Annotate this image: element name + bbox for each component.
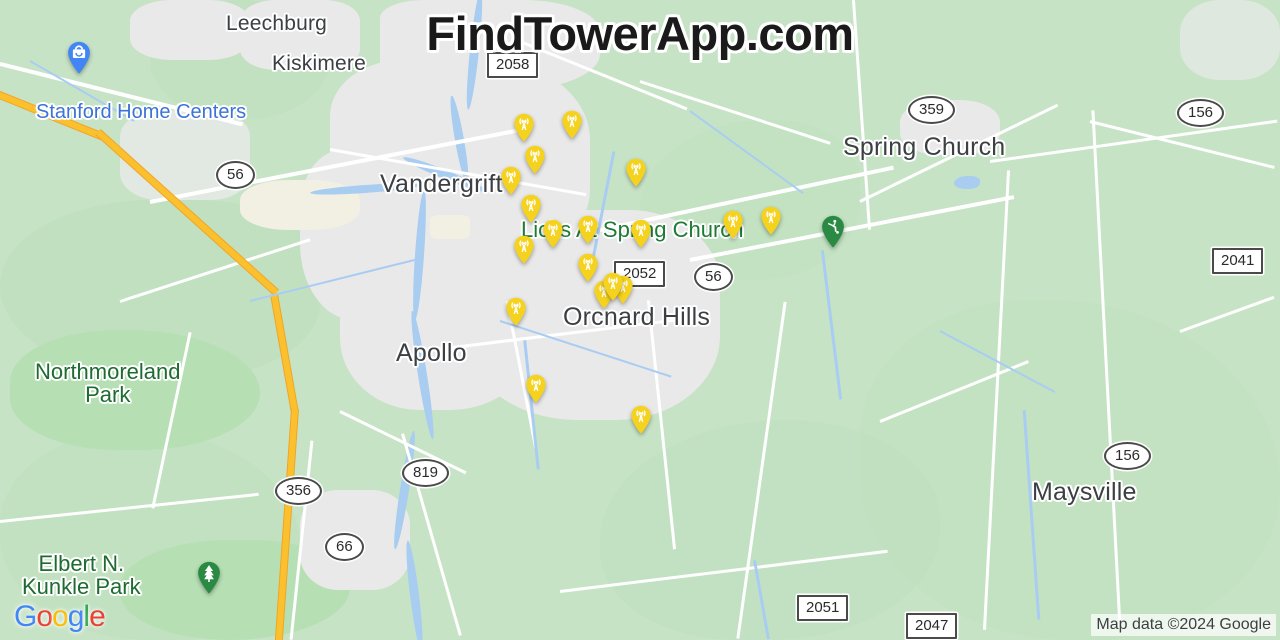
map-canvas[interactable]: Leechburg Kiskimere Vandergrift Apollo Orcna… — [0, 0, 1280, 640]
cell-tower-marker-icon[interactable] — [509, 235, 539, 265]
route-shield: 2041 — [1212, 248, 1264, 274]
google-logo-letter: G — [14, 600, 37, 633]
google-logo-letter: o — [36, 600, 53, 633]
cell-tower-marker-icon[interactable] — [718, 210, 748, 240]
google-logo-letter: e — [89, 600, 106, 633]
route-shield: 66 — [325, 533, 364, 561]
tree-icon[interactable] — [192, 561, 226, 595]
cell-tower-marker-icon[interactable] — [626, 405, 656, 435]
cell-tower-marker-icon[interactable] — [509, 113, 539, 143]
lake-small — [954, 176, 980, 189]
route-shield: 156 — [1104, 442, 1152, 470]
google-logo-letter: o — [52, 600, 69, 633]
cell-tower-marker-icon[interactable] — [538, 219, 568, 249]
cell-tower-marker-icon[interactable] — [626, 219, 656, 249]
open-land-patch — [430, 215, 470, 239]
route-shield: 819 — [402, 459, 450, 487]
route-shield: 2058 — [487, 52, 539, 78]
urban-area-right — [1180, 0, 1280, 80]
cell-tower-marker-icon[interactable] — [557, 110, 587, 140]
cell-tower-marker-icon[interactable] — [756, 206, 786, 236]
map-attribution: Map data ©2024 Google — [1091, 614, 1276, 636]
route-shield: 156 — [1177, 99, 1225, 127]
urban-area-kiskimere — [240, 0, 360, 70]
route-shield: 356 — [275, 477, 323, 505]
google-logo-letter: g — [67, 600, 85, 633]
shopping-bag-icon[interactable] — [62, 41, 96, 75]
cell-tower-marker-icon[interactable] — [573, 215, 603, 245]
cell-tower-marker-icon[interactable] — [521, 374, 551, 404]
cell-tower-marker-icon[interactable] — [501, 297, 531, 327]
park-area-northmoreland — [10, 330, 260, 450]
route-shield: 2051 — [797, 595, 849, 621]
route-shield: 56 — [694, 263, 733, 291]
urban-area-river-west — [300, 150, 420, 320]
route-shield: 56 — [216, 161, 255, 189]
google-logo: Google — [14, 600, 106, 634]
urban-area-leechburg — [130, 0, 250, 60]
route-shield: 359 — [908, 96, 956, 124]
route-shield: 2047 — [906, 613, 958, 639]
cell-tower-marker-icon[interactable] — [598, 272, 628, 302]
cell-tower-marker-icon[interactable] — [496, 166, 526, 196]
golf-icon[interactable] — [816, 215, 850, 249]
cell-tower-marker-icon[interactable] — [621, 158, 651, 188]
